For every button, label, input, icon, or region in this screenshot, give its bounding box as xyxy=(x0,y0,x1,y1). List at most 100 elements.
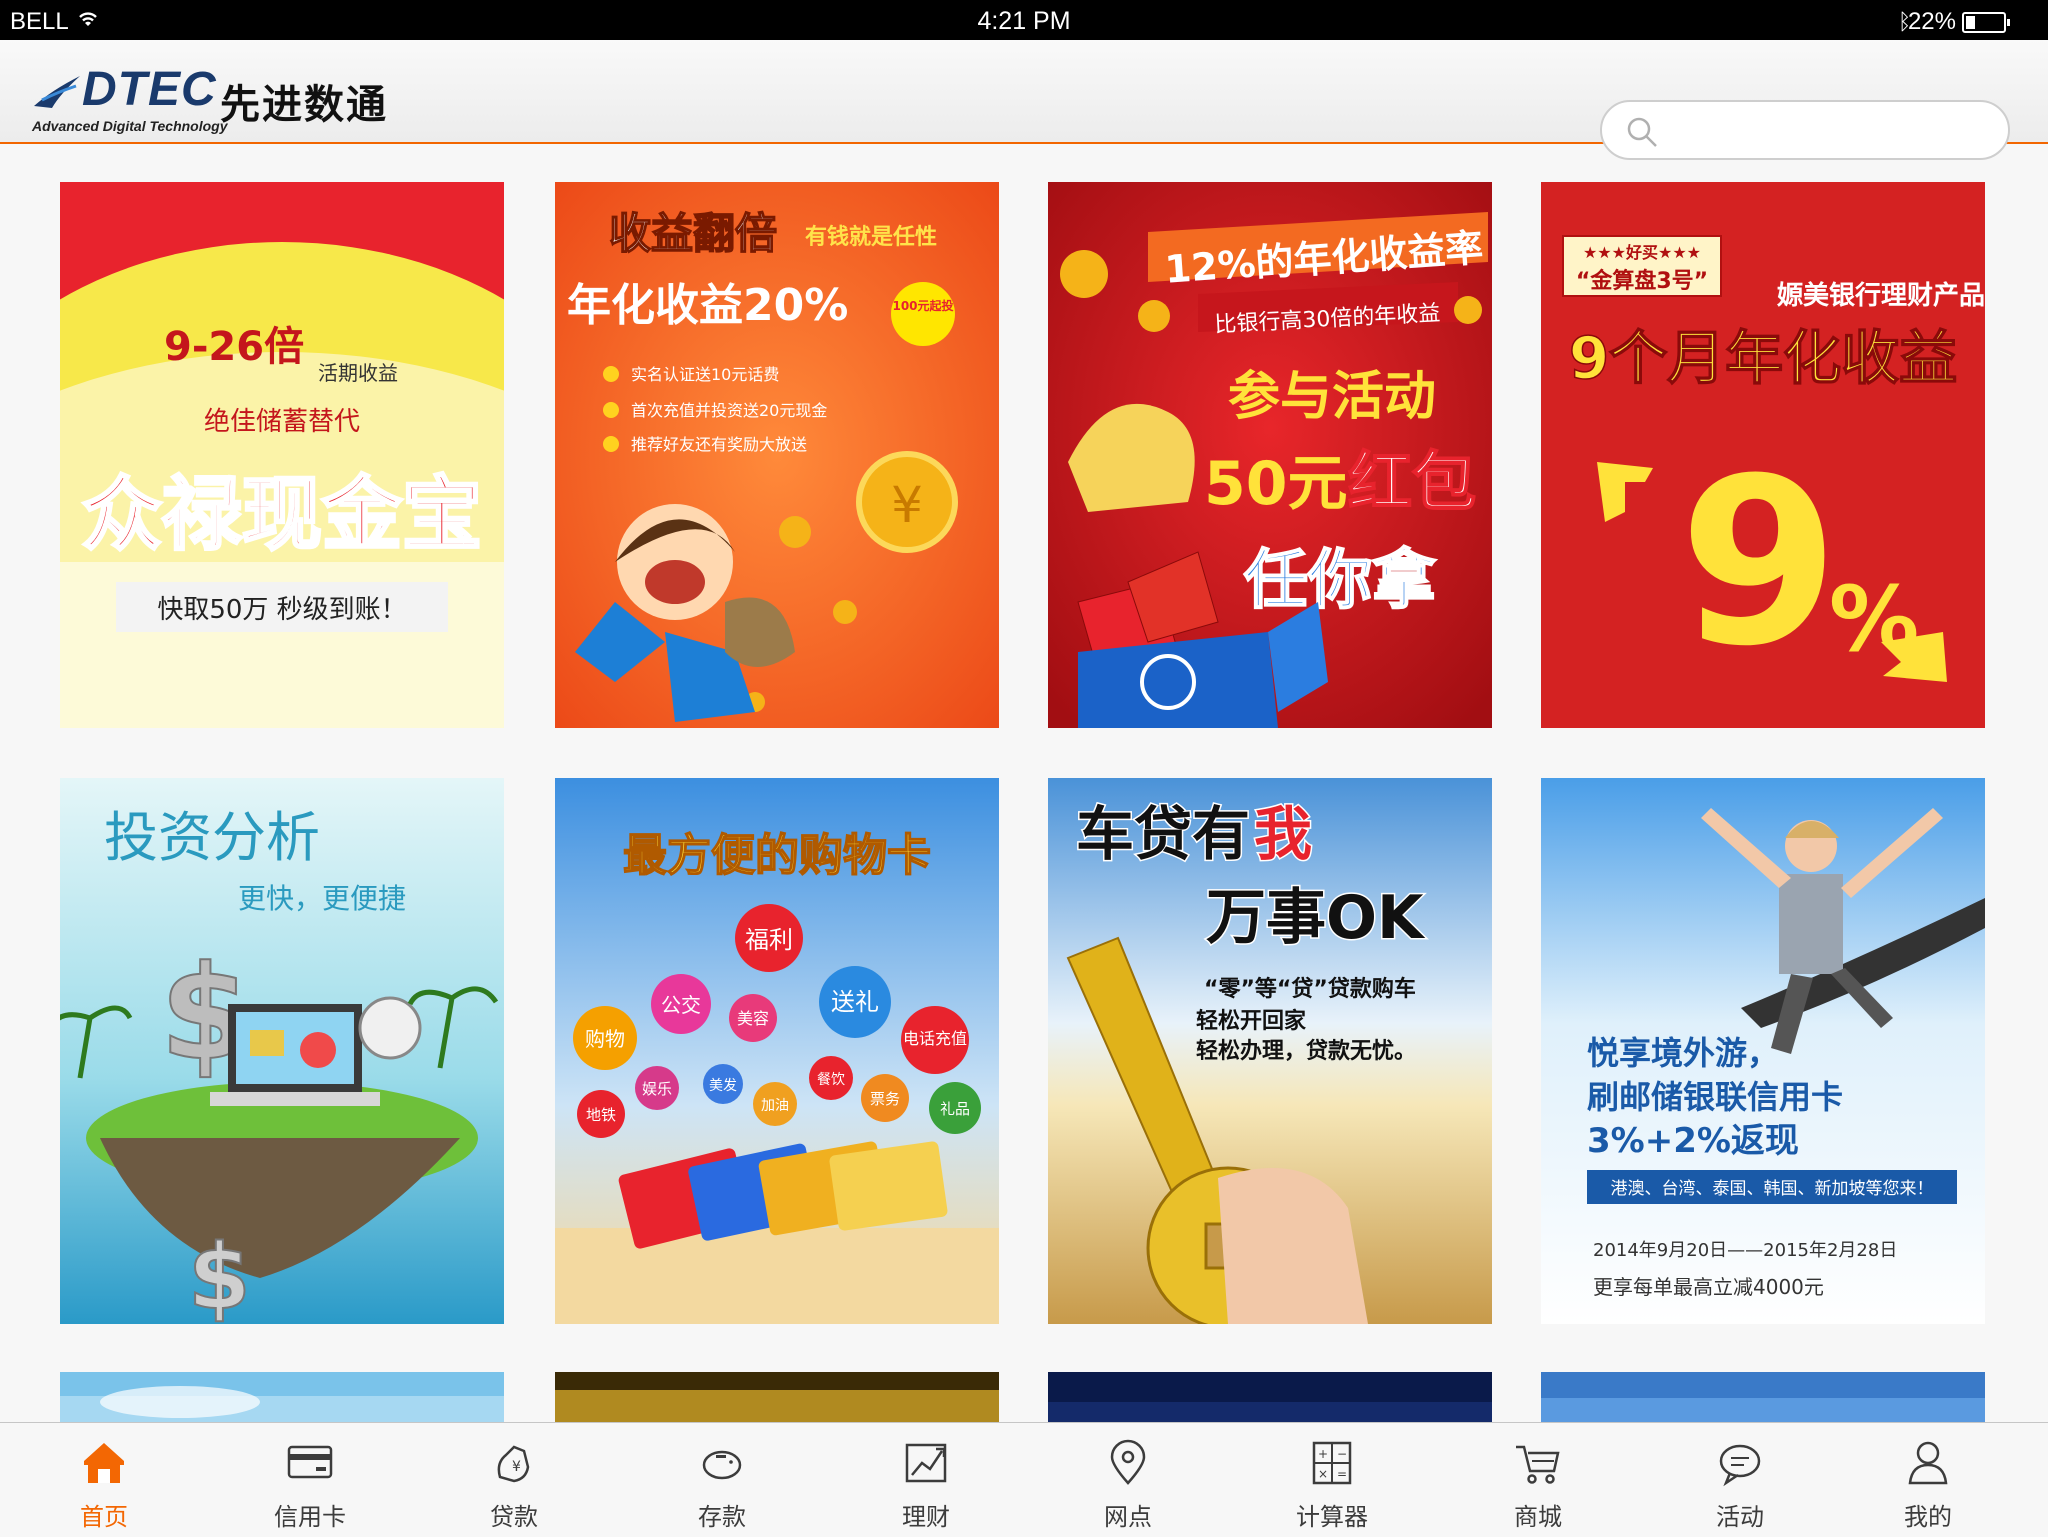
promo-card-row3-4[interactable] xyxy=(1541,1372,1985,1422)
card-jingwai-line3: 3%+2%返现 xyxy=(1587,1121,1799,1161)
card-jingwai-date: 2014年9月20日——2015年2月28日 xyxy=(1593,1240,1897,1261)
card-zhonglu-sub2: 绝佳储蓄替代 xyxy=(204,407,360,437)
card-gouwuka-bubble: 票务 xyxy=(870,1090,900,1108)
loan-icon: ¥ xyxy=(497,1445,530,1483)
card-gouwuka-bubble: 美容 xyxy=(737,1009,769,1028)
logo-swoosh-icon xyxy=(34,76,80,108)
tab-branch[interactable]: 网点 xyxy=(1068,1423,1188,1537)
card-gouwuka-bubble: 购物 xyxy=(585,1027,625,1051)
promo-card-row3-3[interactable] xyxy=(1048,1372,1492,1422)
svg-text:¥: ¥ xyxy=(512,1459,521,1475)
card-gouwuka-bubble: 公交 xyxy=(661,993,701,1017)
card-gouwuka-bubble: 餐饮 xyxy=(817,1072,845,1088)
card-zhonglu-headline: 9-26倍 xyxy=(164,324,304,370)
card-gouwuka-bubble: 加油 xyxy=(761,1098,789,1114)
app-header: DTEC 先进数通 Advanced Digital Technology xyxy=(0,40,2048,160)
tab-label: 理财 xyxy=(902,1503,950,1531)
card-jinsuanpan-title: 9个月年化收益 xyxy=(1569,324,1957,392)
card-touzi-subtitle: 更快，更便捷 xyxy=(238,882,406,915)
card-chedai-line: 轻松开回家 xyxy=(1196,1008,1307,1034)
card-jinsuanpan-label: “金算盘3号” xyxy=(1576,268,1708,294)
card-gouwuka-bubble: 电话充值 xyxy=(903,1029,967,1048)
chat-bubble-icon xyxy=(1719,1444,1761,1487)
tab-profile[interactable]: 我的 xyxy=(1868,1423,1988,1537)
card-jinsuanpan-brand: 嫄美银行理财产品 xyxy=(1776,280,1985,311)
card-chedai-title2: 万事OK xyxy=(1206,883,1426,953)
promo-card-jinsuanpan[interactable]: ★★★好买★★★ “金算盘3号” 嫄美银行理财产品 9个月年化收益 9 % xyxy=(1541,182,1985,728)
tab-label: 商城 xyxy=(1514,1503,1562,1531)
card-chedai-title1b: 我 xyxy=(1254,800,1312,868)
status-bar: BELL 4:21 PM ᛒ 22% xyxy=(0,0,2048,40)
tab-calculator[interactable]: + − × = 计算器 xyxy=(1272,1423,1392,1537)
card-shouyi-bullet: 推荐好友还有奖励大放送 xyxy=(631,435,807,454)
promo-card-touzi[interactable]: 投资分析 更快，更便捷 $ $ xyxy=(60,778,504,1324)
cart-icon xyxy=(1516,1445,1560,1484)
card-gouwuka-bubble: 福利 xyxy=(745,926,793,954)
tab-credit-card[interactable]: 信用卡 xyxy=(250,1423,370,1537)
tab-label: 计算器 xyxy=(1296,1503,1368,1531)
card-hongbao-line1: 参与活动 xyxy=(1228,367,1436,427)
card-jinsuanpan-stars: ★★★好买★★★ xyxy=(1583,243,1701,262)
card-gouwuka-bubble: 送礼 xyxy=(831,988,879,1016)
card-zhonglu-tagline: 快取50万 秒级到账！ xyxy=(157,595,406,625)
card-gouwuka-title: 最方便的购物卡 xyxy=(623,830,931,881)
svg-text:$: $ xyxy=(188,1225,251,1324)
logo-chinese: 先进数通 xyxy=(220,82,388,128)
promo-grid: 9-26倍 活期收益 绝佳储蓄替代 众禄现金宝 快取50万 秒级到账！ 收益翻倍… xyxy=(0,142,2048,1422)
card-hongbao-line3: 任你拿 xyxy=(1244,544,1437,618)
tab-activity[interactable]: 活动 xyxy=(1680,1423,1800,1537)
tab-finance[interactable]: 理财 xyxy=(866,1423,986,1537)
tab-label: 信用卡 xyxy=(274,1503,346,1531)
tab-home[interactable]: 首页 xyxy=(44,1423,164,1537)
tab-mall[interactable]: 商城 xyxy=(1478,1423,1598,1537)
chart-icon xyxy=(905,1443,947,1483)
logo-brand: DTEC xyxy=(82,63,217,116)
tab-label: 贷款 xyxy=(490,1503,538,1531)
card-gouwuka-bubble: 礼品 xyxy=(940,1100,970,1118)
tab-loan[interactable]: ¥ 贷款 xyxy=(454,1423,574,1537)
promo-card-hongbao[interactable]: 12%的年化收益率 比银行高30倍的年收益 参与活动 50元 红包 任你拿 xyxy=(1048,182,1492,728)
card-chedai-title1: 车贷有 xyxy=(1076,800,1250,868)
tab-label: 我的 xyxy=(1904,1503,1952,1531)
calculator-icon: + − × = xyxy=(1312,1441,1352,1485)
piggy-bank-icon xyxy=(702,1450,742,1480)
card-gouwuka-bubble: 美发 xyxy=(709,1078,737,1094)
card-jingwai-title: 悦享境外游， xyxy=(1587,1034,1779,1072)
card-jinsuanpan-big: 9 xyxy=(1679,430,1839,697)
location-pin-icon xyxy=(1110,1439,1146,1485)
card-gouwuka-bubble: 地铁 xyxy=(586,1106,616,1124)
card-gouwuka-bubble: 娱乐 xyxy=(642,1080,672,1098)
card-jingwai-note: 更享每单最高立减4000元 xyxy=(1593,1275,1824,1299)
battery-icon xyxy=(1962,12,2010,33)
promo-card-shouyi[interactable]: 收益翻倍 有钱就是任性 年化收益20% 100元起投 实名认证送10元话费 首次… xyxy=(555,182,999,728)
card-shouyi-title: 年化收益20% xyxy=(567,280,848,331)
svg-text:+: + xyxy=(1318,1447,1328,1461)
tab-label: 存款 xyxy=(698,1503,746,1531)
tab-deposit[interactable]: 存款 xyxy=(662,1423,782,1537)
promo-card-zhonglu[interactable]: 9-26倍 活期收益 绝佳储蓄替代 众禄现金宝 快取50万 秒级到账！ xyxy=(60,182,504,728)
card-hongbao-line2: 50元 xyxy=(1204,449,1348,519)
promo-card-chedai[interactable]: 车贷有 我 万事OK “零”等“贷”贷款购车 轻松开回家 轻松办理，贷款无忧。 xyxy=(1048,778,1492,1324)
card-hongbao-line2b: 红包 xyxy=(1348,446,1476,520)
svg-text:¥: ¥ xyxy=(891,476,923,534)
card-shouyi-bullet: 实名认证送10元话费 xyxy=(631,365,779,384)
svg-text:−: − xyxy=(1337,1447,1347,1461)
card-chedai-line: 轻松办理，贷款无忧。 xyxy=(1196,1038,1416,1064)
logo[interactable]: DTEC 先进数通 Advanced Digital Technology xyxy=(32,62,412,134)
promo-card-jingwai[interactable]: 悦享境外游， 刷邮储银联信用卡 3%+2%返现 港澳、台湾、泰国、韩国、新加坡等… xyxy=(1541,778,1985,1324)
card-jingwai-bar: 港澳、台湾、泰国、韩国、新加坡等您来！ xyxy=(1611,1179,1934,1199)
card-shouyi-tag: 有钱就是任性 xyxy=(805,224,937,250)
logo-subtitle: Advanced Digital Technology xyxy=(32,118,228,134)
clock: 4:21 PM xyxy=(977,7,1071,35)
promo-card-row3-2[interactable] xyxy=(555,1372,999,1422)
home-icon xyxy=(84,1443,124,1483)
promo-card-gouwuka[interactable]: 最方便的购物卡 福利 公交 美容 送礼 购物 电话充值 娱乐 美发 加油 餐饮 … xyxy=(555,778,999,1324)
user-icon xyxy=(1908,1441,1948,1485)
card-chedai-line: “零”等“贷”贷款购车 xyxy=(1204,976,1416,1002)
card-shouyi-badge: 100元起投 xyxy=(892,298,953,313)
promo-card-row3-1[interactable] xyxy=(60,1372,504,1422)
credit-card-icon xyxy=(287,1445,333,1479)
tab-bar: 首页 信用卡 ¥ 贷款 存款 理财 网点 + − × = 计算器 商城 活动 我… xyxy=(0,1422,2048,1537)
tab-label: 活动 xyxy=(1716,1503,1764,1531)
card-shouyi-bullet: 首次充值并投资送20元现金 xyxy=(631,401,827,420)
